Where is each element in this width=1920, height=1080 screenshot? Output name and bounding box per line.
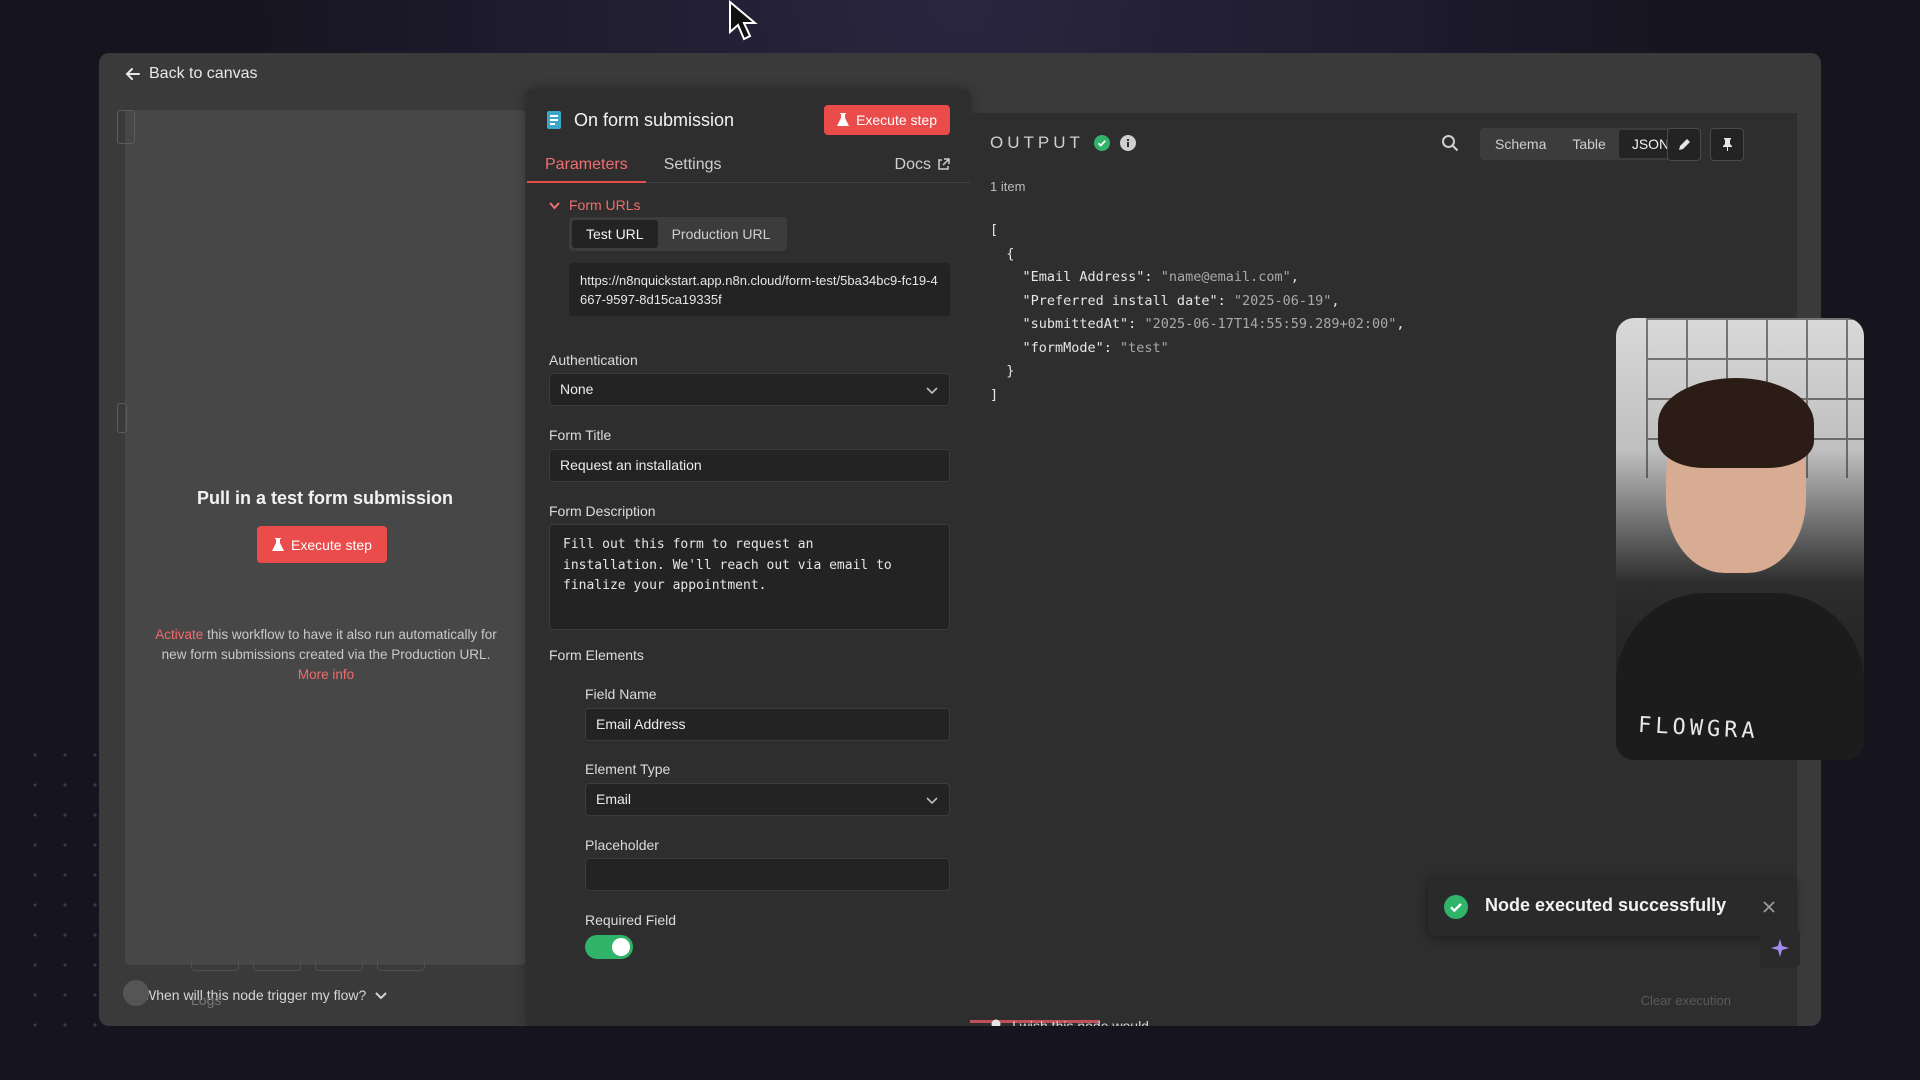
required-field-label: Required Field	[585, 912, 677, 928]
element-type-select[interactable]: Email	[585, 783, 950, 816]
toast-message: Node executed successfully	[1485, 895, 1727, 915]
collapsed-tab[interactable]	[377, 961, 425, 971]
sparkle-icon	[1771, 939, 1789, 957]
execute-step-label: Execute step	[291, 536, 372, 553]
collapsed-tab[interactable]	[191, 961, 239, 971]
form-node-icon	[547, 111, 561, 129]
items-count: 1 item	[990, 179, 1026, 194]
json-line: }	[990, 363, 1015, 379]
element-type-label: Element Type	[585, 761, 671, 777]
pin-icon	[1722, 138, 1732, 151]
header-execute-step-label: Execute step	[856, 112, 937, 128]
json-line: "Preferred install date": "2025-06-19",	[990, 292, 1340, 309]
placeholder-label: Placeholder	[585, 837, 659, 853]
header-execute-step-button[interactable]: Execute step	[824, 105, 950, 135]
view-table-tab[interactable]: Table	[1559, 130, 1618, 158]
collapsed-tab[interactable]	[315, 961, 363, 971]
pencil-icon	[1678, 139, 1690, 150]
tab-settings[interactable]: Settings	[646, 153, 740, 183]
check-circle-icon	[1444, 895, 1468, 919]
close-icon[interactable]	[1762, 900, 1776, 914]
element-type-value: Email	[596, 791, 632, 807]
field-name-input[interactable]: Email Address	[585, 708, 950, 741]
execute-step-button[interactable]: Execute step	[257, 526, 387, 563]
required-field-toggle[interactable]	[585, 935, 633, 959]
json-line: "formMode": "test"	[990, 339, 1169, 356]
back-to-canvas-label: Back to canvas	[149, 65, 258, 82]
arrow-left-icon	[125, 68, 140, 80]
json-line: {	[990, 245, 1015, 262]
logs-bar: Logs Clear execution	[99, 980, 1821, 1026]
webcam-hair	[1658, 378, 1814, 468]
view-schema-tab[interactable]: Schema	[1482, 130, 1559, 158]
output-header: OUTPUT	[990, 133, 1136, 153]
edit-output-button[interactable]	[1667, 128, 1701, 161]
flask-icon	[837, 113, 850, 126]
form-title-input[interactable]: Request an installation	[549, 449, 950, 482]
authentication-label: Authentication	[549, 352, 638, 368]
json-line: "Email Address": "name@email.com",	[990, 269, 1299, 285]
background-dots	[20, 740, 100, 1040]
placeholder-input[interactable]	[585, 858, 950, 891]
external-link-icon	[938, 158, 950, 170]
docs-label: Docs	[894, 156, 931, 173]
logs-label[interactable]: Logs	[191, 992, 221, 1008]
node-title: On form submission	[574, 110, 735, 130]
form-description-textarea[interactable]: Fill out this form to request an install…	[549, 524, 950, 630]
tab-parameters[interactable]: Parameters	[527, 153, 646, 183]
json-line: [	[990, 222, 999, 238]
search-icon[interactable]	[1441, 134, 1459, 152]
clear-execution-button[interactable]: Clear execution	[1641, 993, 1731, 1008]
form-elements-label: Form Elements	[549, 647, 644, 663]
success-toast: Node executed successfully	[1428, 878, 1796, 936]
input-pane: Pull in a test form submission Execute s…	[117, 110, 525, 1003]
output-title: OUTPUT	[990, 133, 1084, 152]
more-info-link[interactable]: More info	[298, 667, 354, 682]
authentication-value: None	[560, 381, 594, 397]
check-circle-icon	[1093, 135, 1110, 151]
chevron-down-icon	[926, 386, 938, 394]
ai-assistant-button[interactable]	[1760, 928, 1800, 968]
form-urls-label: Form URLs	[569, 197, 641, 213]
form-title-label: Form Title	[549, 427, 612, 443]
cursor-icon	[729, 0, 758, 41]
json-output[interactable]: [ { "Email Address": "name@email.com", "…	[990, 219, 1405, 407]
input-empty-title: Pull in a test form submission	[196, 488, 454, 508]
json-line: ]	[990, 386, 999, 403]
test-url-tab[interactable]: Test URL	[572, 220, 658, 248]
output-view-toggle: Schema Table JSON	[1480, 128, 1685, 160]
json-line: "submittedAt": "2025-06-17T14:55:59.289+…	[990, 316, 1405, 332]
collapsed-panel-edge	[117, 110, 135, 144]
field-name-label: Field Name	[585, 686, 657, 702]
back-to-canvas-link[interactable]: Back to canvas	[125, 65, 258, 83]
collapsed-tabs	[191, 961, 425, 971]
node-header: On form submission Execute step	[527, 89, 970, 159]
docs-link[interactable]: Docs	[877, 153, 970, 183]
flask-icon	[272, 537, 284, 551]
pin-output-button[interactable]	[1710, 128, 1744, 161]
form-urls-section-toggle[interactable]: Form URLs	[549, 197, 641, 213]
form-description-label: Form Description	[549, 503, 656, 519]
activate-hint-text: this workflow to have it also run automa…	[161, 627, 497, 662]
form-url-value[interactable]: https://n8nquickstart.app.n8n.cloud/form…	[569, 263, 950, 316]
parameter-tabs: Parameters Settings Docs	[527, 153, 970, 183]
chevron-down-icon	[549, 201, 560, 209]
avatar[interactable]	[123, 980, 149, 1006]
parameters-pane: On form submission Execute step Paramete…	[527, 89, 970, 1026]
activate-link[interactable]: Activate	[155, 627, 203, 642]
authentication-select[interactable]: None	[549, 373, 950, 406]
info-icon[interactable]	[1119, 135, 1136, 151]
clear-execution-label: Clear execution	[1640, 993, 1731, 1008]
collapsed-tab[interactable]	[253, 961, 301, 971]
chevron-down-icon	[926, 796, 938, 804]
webcam-overlay: FLOWGRA	[1616, 318, 1864, 760]
production-url-tab[interactable]: Production URL	[658, 220, 785, 248]
collapsed-panel-edge	[117, 403, 127, 433]
activate-hint: Activate this workflow to have it also r…	[147, 625, 505, 685]
url-type-toggle: Test URL Production URL	[569, 217, 788, 251]
